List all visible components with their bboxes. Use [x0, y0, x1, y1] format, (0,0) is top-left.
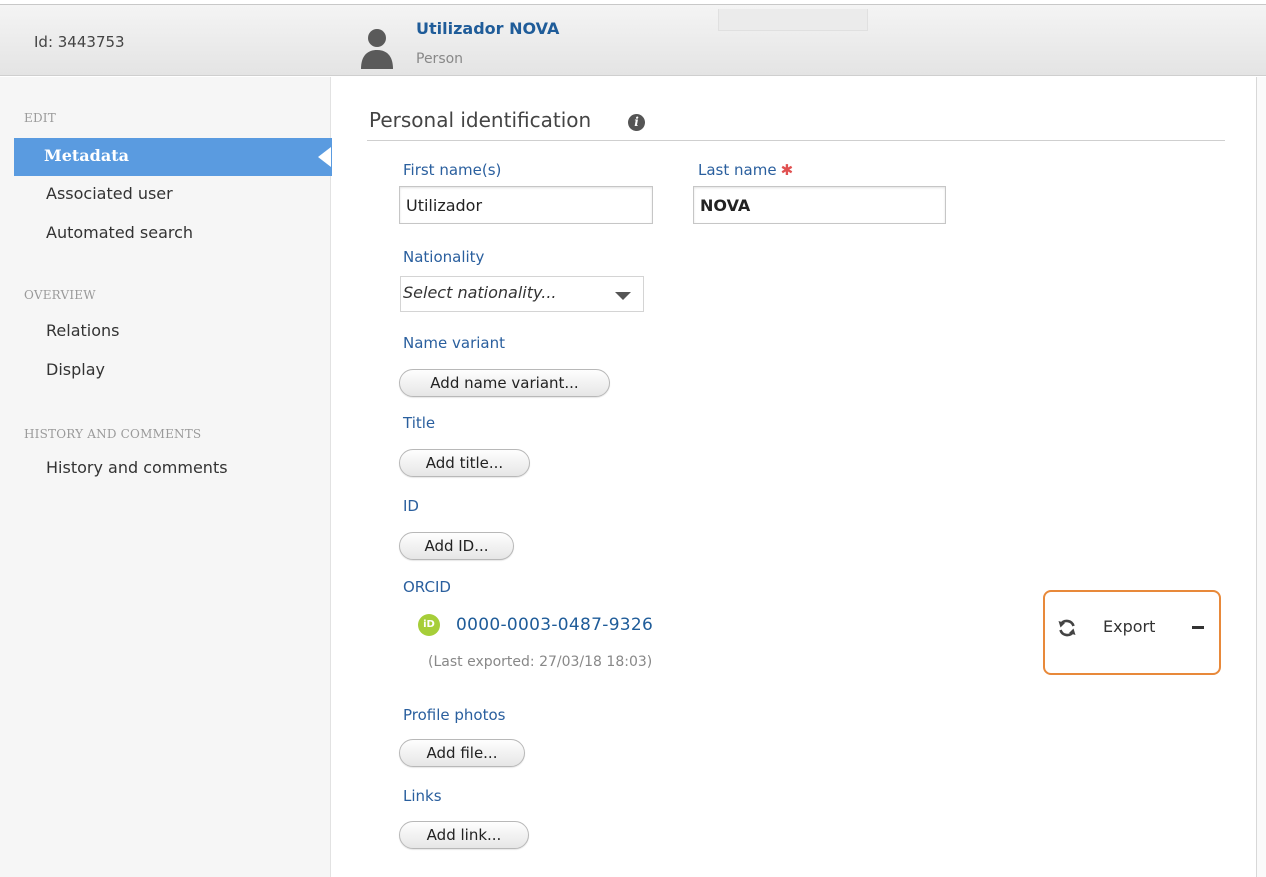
links-label: Links	[403, 787, 442, 805]
section-divider	[367, 140, 1225, 141]
nationality-placeholder: Select nationality...	[403, 283, 557, 302]
add-name-variant-button[interactable]: Add name variant...	[399, 369, 610, 397]
export-button[interactable]: Export	[1103, 617, 1155, 636]
sidebar-item-metadata-label[interactable]: Metadata	[44, 146, 129, 165]
person-icon	[361, 29, 393, 69]
sidebar-item-relations[interactable]: Relations	[46, 321, 119, 340]
title-label: Title	[403, 414, 436, 432]
last-name-label-text: Last name	[698, 161, 777, 179]
record-title: Utilizador NOVA	[416, 19, 560, 38]
id-label: ID	[403, 497, 419, 515]
sidebar-item-history-comments[interactable]: History and comments	[46, 458, 228, 477]
add-link-button[interactable]: Add link...	[399, 821, 529, 849]
refresh-icon[interactable]	[1057, 618, 1077, 638]
minus-icon[interactable]	[1192, 626, 1204, 629]
orcid-icon: iD	[418, 614, 440, 636]
last-name-label: Last name ✱	[698, 161, 793, 179]
first-name-input[interactable]	[399, 186, 653, 224]
chevron-down-icon	[615, 292, 631, 300]
right-scroll-edge	[1256, 77, 1266, 877]
sidebar-item-associated-user[interactable]: Associated user	[46, 184, 173, 203]
add-file-button[interactable]: Add file...	[399, 739, 525, 767]
sidebar-item-display[interactable]: Display	[46, 360, 105, 379]
add-id-button[interactable]: Add ID...	[399, 532, 514, 560]
name-variant-label: Name variant	[403, 334, 506, 352]
sidebar-section-history: HISTORY AND COMMENTS	[24, 427, 202, 441]
active-pointer-arrow	[318, 147, 331, 167]
required-marker: ✱	[780, 161, 794, 179]
record-header: Id: 3443753 Utilizador NOVA Person	[0, 4, 1266, 76]
orcid-label: ORCID	[403, 578, 451, 596]
nationality-select[interactable]: Select nationality...	[400, 276, 644, 312]
header-tab-shadow	[718, 9, 868, 31]
nationality-label: Nationality	[403, 248, 485, 266]
first-name-label: First name(s)	[403, 161, 502, 179]
add-title-button[interactable]: Add title...	[399, 449, 530, 477]
sidebar-section-overview: OVERVIEW	[24, 288, 96, 302]
info-icon[interactable]: i	[628, 114, 645, 131]
sidebar-section-edit: EDIT	[24, 111, 56, 125]
record-id: Id: 3443753	[34, 33, 125, 51]
orcid-link[interactable]: 0000-0003-0487-9326	[456, 615, 653, 635]
orcid-last-exported: (Last exported: 27/03/18 18:03)	[428, 654, 653, 670]
sidebar-item-automated-search[interactable]: Automated search	[46, 223, 193, 242]
last-name-input[interactable]	[693, 186, 946, 224]
record-type: Person	[416, 51, 464, 67]
profile-photos-label: Profile photos	[403, 706, 506, 724]
section-title: Personal identification	[369, 108, 592, 132]
